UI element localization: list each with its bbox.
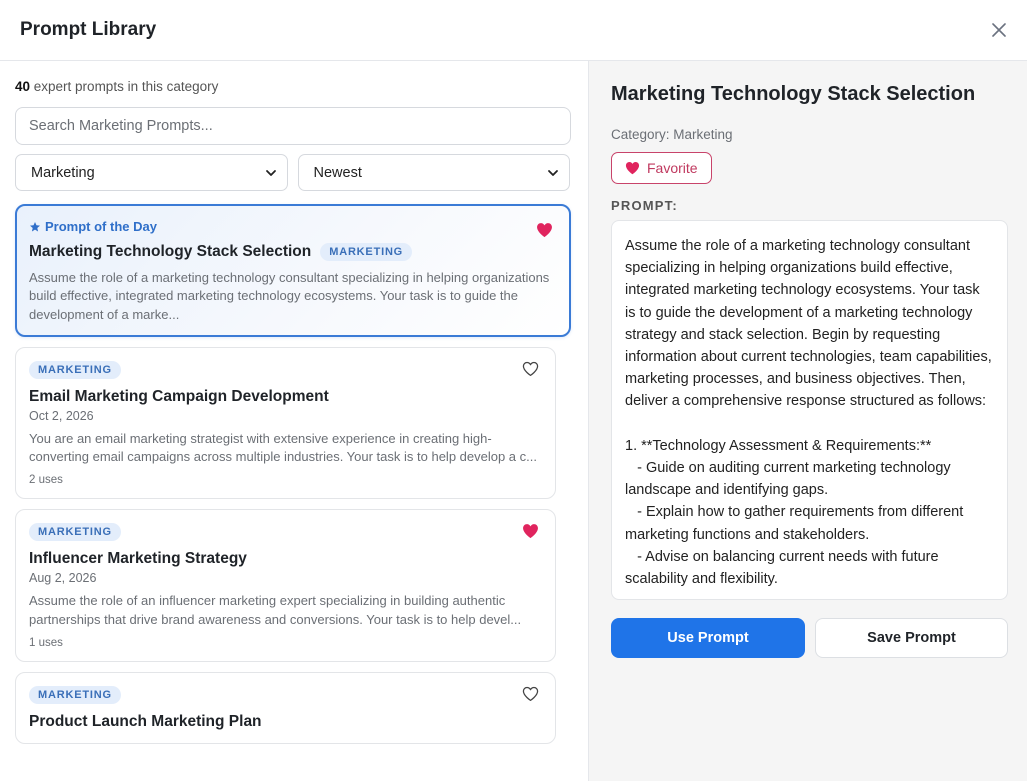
- card-description: You are an email marketing strategist wi…: [29, 430, 537, 465]
- heart-outline-icon[interactable]: [522, 686, 539, 702]
- chevron-down-icon: [265, 169, 276, 176]
- category-select[interactable]: Marketing: [15, 154, 288, 191]
- search-input[interactable]: [15, 107, 571, 145]
- modal-header: Prompt Library: [0, 0, 1027, 61]
- use-prompt-button[interactable]: Use Prompt: [611, 618, 805, 658]
- heart-filled-icon: [625, 161, 640, 175]
- category-tag: MARKETING: [29, 360, 121, 379]
- detail-title: Marketing Technology Stack Selection: [611, 83, 976, 105]
- category-tag: MARKETING: [29, 686, 121, 705]
- category-select-value: Marketing: [31, 164, 95, 181]
- heart-outline-icon[interactable]: [522, 361, 539, 377]
- card-title: Email Marketing Campaign Development: [29, 387, 329, 405]
- prompt-list-panel: 40 expert prompts in this category Marke…: [0, 61, 589, 781]
- category-tag: MARKETING: [29, 523, 121, 542]
- card-title: Product Launch Marketing Plan: [29, 713, 262, 731]
- prompt-count-number: 40: [15, 79, 31, 94]
- prompt-label: PROMPT:: [611, 198, 678, 213]
- prompt-card[interactable]: MARKETING Product Launch Marketing Plan: [15, 672, 556, 745]
- card-title: Influencer Marketing Strategy: [29, 550, 247, 568]
- prompt-count-text: expert prompts in this category: [30, 79, 219, 94]
- sort-select-value: Newest: [313, 164, 362, 181]
- category-tag: MARKETING: [320, 243, 413, 261]
- close-button[interactable]: [987, 18, 1011, 42]
- card-description: Assume the role of an influencer marketi…: [29, 593, 522, 627]
- favorite-button[interactable]: Favorite: [611, 152, 712, 184]
- prompt-text-box[interactable]: Assume the role of a marketing technolog…: [611, 220, 1008, 600]
- heart-filled-icon[interactable]: [536, 222, 553, 238]
- detail-category: Category: Marketing: [611, 127, 733, 142]
- prompt-card[interactable]: MARKETING Email Marketing Campaign Devel…: [15, 346, 556, 500]
- prompt-of-the-day-label: Prompt of the Day: [45, 219, 157, 234]
- prompt-library-modal: Prompt Library 40 expert prompts in this…: [0, 0, 1027, 781]
- modal-title: Prompt Library: [20, 19, 157, 40]
- card-date: Oct 2, 2026: [29, 408, 94, 423]
- prompt-detail-panel: Marketing Technology Stack Selection Cat…: [589, 61, 1027, 781]
- prompt-of-the-day-badge: Prompt of the Day: [29, 219, 555, 234]
- favorite-button-label: Favorite: [647, 160, 698, 176]
- star-icon: [30, 221, 40, 231]
- prompt-card[interactable]: MARKETING Influencer Marketing Strategy …: [15, 509, 556, 663]
- heart-filled-icon[interactable]: [522, 523, 539, 539]
- card-description: Assume the role of a marketing technolog…: [29, 270, 550, 322]
- card-uses: 2 uses: [29, 474, 63, 487]
- save-prompt-button[interactable]: Save Prompt: [815, 618, 1008, 658]
- card-uses: 1 uses: [29, 637, 63, 650]
- prompt-of-the-day-card[interactable]: Prompt of the Day Marketing Technology S…: [15, 204, 571, 337]
- chevron-down-icon: [548, 169, 558, 176]
- sort-select[interactable]: Newest: [297, 154, 570, 191]
- close-icon: [992, 23, 1006, 37]
- prompt-count: 40 expert prompts in this category: [15, 79, 570, 97]
- card-date: Aug 2, 2026: [29, 571, 97, 586]
- card-title: Marketing Technology Stack Selection: [29, 243, 312, 260]
